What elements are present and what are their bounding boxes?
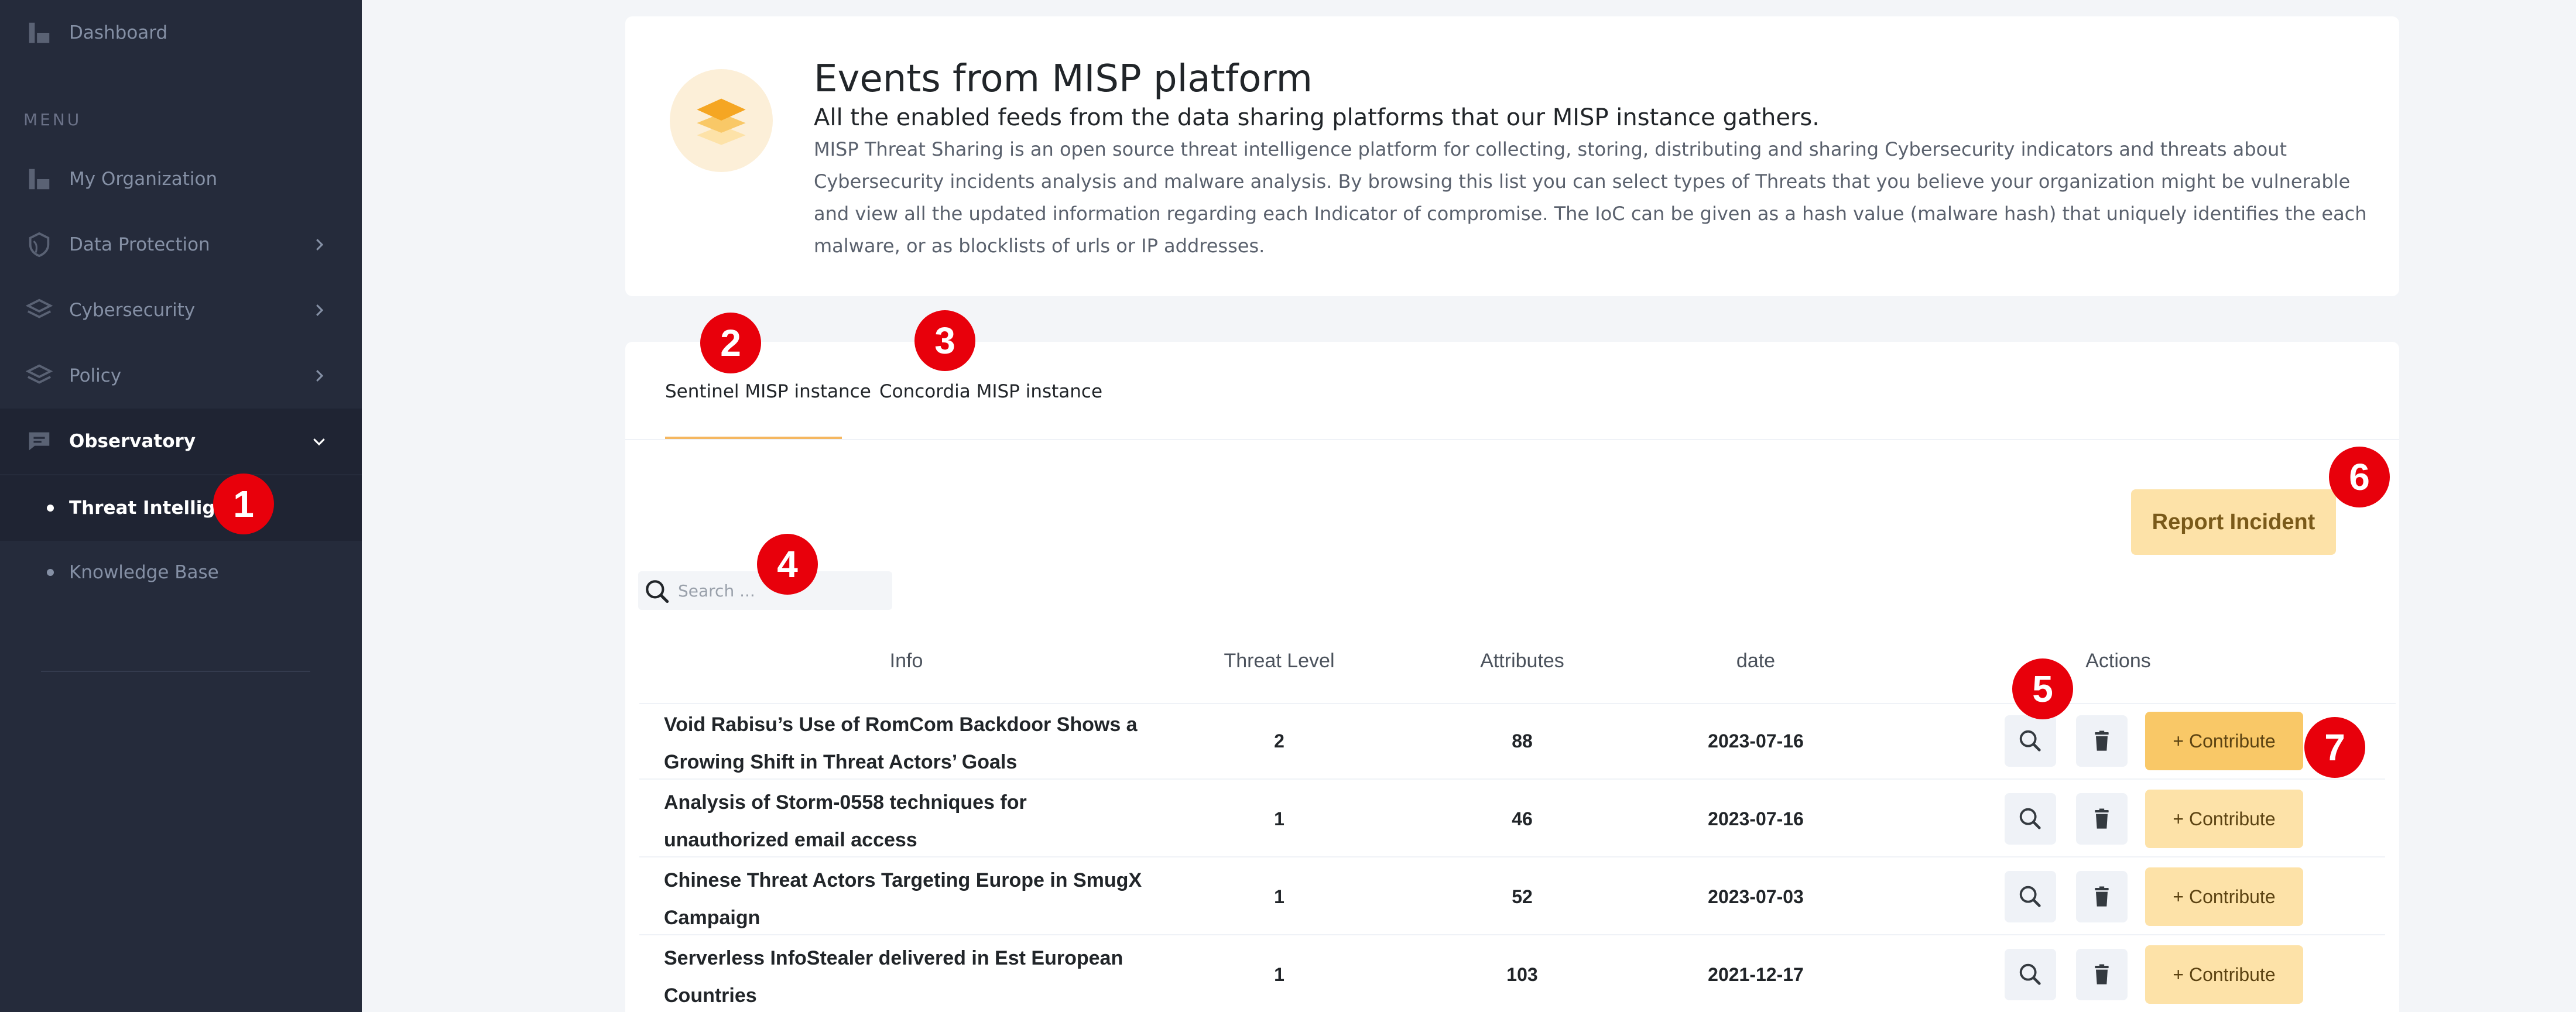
callout-badge-2: 2 <box>700 313 761 373</box>
cell-threat-level: 1 <box>1274 963 1284 985</box>
search-icon <box>646 580 669 603</box>
trash-icon <box>2095 808 2109 829</box>
cell-date: 2023-07-16 <box>1708 730 1804 752</box>
sidebar-item-label: My Organization <box>69 169 218 190</box>
contribute-button[interactable]: + Contribute <box>2145 945 2303 1004</box>
layers-icon <box>26 299 53 318</box>
callout-badge-3: 3 <box>914 310 975 371</box>
view-button[interactable] <box>2005 793 2056 845</box>
menu-title: MENU <box>23 110 82 129</box>
active-tab-indicator <box>665 437 842 439</box>
column-header-threat-level: Threat Level <box>1224 650 1335 672</box>
delete-button[interactable] <box>2076 793 2128 845</box>
cell-attributes: 46 <box>1512 808 1533 829</box>
bullet-icon <box>47 505 54 512</box>
callout-badge-7: 7 <box>2304 717 2365 778</box>
tabs-divider <box>625 439 2399 440</box>
cell-threat-level: 1 <box>1274 808 1284 829</box>
contribute-button[interactable]: + Contribute <box>2145 712 2303 770</box>
chevron-right-icon <box>316 239 324 251</box>
view-button[interactable] <box>2005 949 2056 1000</box>
organization-icon <box>29 169 50 190</box>
cell-threat-level: 2 <box>1274 730 1284 752</box>
callout-badge-6: 6 <box>2329 447 2390 507</box>
sidebar-item-data-protection[interactable]: Data Protection <box>0 212 362 277</box>
table-row: Analysis of Storm-0558 techniques for un… <box>639 780 2385 857</box>
chevron-right-icon <box>316 370 324 382</box>
search-icon <box>2019 730 2041 752</box>
cell-date: 2021-12-17 <box>1708 963 1804 985</box>
sidebar-item-my-organization[interactable]: My Organization <box>0 146 362 212</box>
page-subtitle: All the enabled feeds from the data shar… <box>814 104 1820 131</box>
tab-sentinel-misp-instance[interactable]: Sentinel MISP instance <box>665 342 871 441</box>
column-header-info: Info <box>889 650 923 672</box>
header-card: Events from MISP platform All the enable… <box>625 16 2399 296</box>
callout-badge-5: 5 <box>2012 658 2073 719</box>
column-header-date: date <box>1736 650 1776 672</box>
layers-icon <box>26 364 53 384</box>
misp-logo <box>670 69 773 172</box>
cell-attributes: 103 <box>1506 963 1538 985</box>
column-header-actions: Actions <box>2085 650 2151 672</box>
sidebar-item-cybersecurity[interactable]: Cybersecurity <box>0 277 362 343</box>
trash-icon <box>2095 964 2109 984</box>
trash-icon <box>2095 730 2109 751</box>
view-button[interactable] <box>2005 871 2056 922</box>
cell-info: Serverless InfoStealer delivered in Est … <box>664 947 1123 1007</box>
trash-icon <box>2095 886 2109 907</box>
delete-button[interactable] <box>2076 715 2128 767</box>
callout-badge-4: 4 <box>757 534 818 595</box>
cell-info: Analysis of Storm-0558 techniques for un… <box>664 791 1027 851</box>
sidebar-item-observatory[interactable]: Observatory <box>0 409 362 474</box>
search-icon <box>2019 963 2041 985</box>
callout-badge-1: 1 <box>213 474 274 534</box>
sidebar-item-label: Policy <box>69 365 122 386</box>
sidebar: Dashboard MENU My Organization Data Prot… <box>0 0 362 1012</box>
view-button[interactable] <box>2005 715 2056 767</box>
shield-icon <box>29 232 50 258</box>
sidebar-item-label: Cybersecurity <box>69 300 196 321</box>
cell-threat-level: 1 <box>1274 886 1284 907</box>
cell-date: 2023-07-16 <box>1708 808 1804 829</box>
sidebar-item-dashboard[interactable]: Dashboard <box>0 0 362 66</box>
cell-info: Chinese Threat Actors Targeting Europe i… <box>664 869 1142 929</box>
page-title: Events from MISP platform <box>814 57 1313 101</box>
chat-icon <box>29 432 50 451</box>
sidebar-subitem-threat-intelligence[interactable]: Threat Intelligence <box>0 475 362 541</box>
layers-icon <box>697 98 746 145</box>
chevron-right-icon <box>316 304 324 316</box>
page-description: MISP Threat Sharing is an open source th… <box>814 138 2367 257</box>
sidebar-item-policy[interactable]: Policy <box>0 343 362 409</box>
cell-attributes: 52 <box>1512 886 1533 907</box>
bullet-icon <box>47 569 54 576</box>
dashboard-icon <box>29 22 50 43</box>
contribute-button[interactable]: + Contribute <box>2145 790 2303 848</box>
search-icon <box>2019 886 2041 907</box>
delete-button[interactable] <box>2076 871 2128 922</box>
table-row: Chinese Threat Actors Targeting Europe i… <box>639 858 2385 935</box>
chevron-down-icon <box>313 438 325 446</box>
sidebar-divider <box>41 671 310 672</box>
sidebar-subitem-knowledge-base[interactable]: Knowledge Base <box>0 540 362 605</box>
sidebar-item-label: Observatory <box>69 431 196 452</box>
contribute-button[interactable]: + Contribute <box>2145 867 2303 926</box>
search-icon <box>2019 808 2041 829</box>
report-incident-button[interactable]: Report Incident <box>2131 489 2336 555</box>
cell-attributes: 88 <box>1512 730 1533 752</box>
cell-date: 2023-07-03 <box>1708 886 1804 907</box>
cell-info: Void Rabisu’s Use of RomCom Backdoor Sho… <box>664 713 1138 773</box>
delete-button[interactable] <box>2076 949 2128 1000</box>
tab-concordia-misp-instance[interactable]: Concordia MISP instance <box>879 342 1102 441</box>
sidebar-subitem-label: Knowledge Base <box>69 562 219 583</box>
table-row: Serverless InfoStealer delivered in Est … <box>639 936 2385 1012</box>
table-row: Void Rabisu’s Use of RomCom Backdoor Sho… <box>639 702 2385 780</box>
sidebar-item-label: Data Protection <box>69 234 210 255</box>
column-header-attributes: Attributes <box>1480 650 1564 672</box>
sidebar-item-label: Dashboard <box>69 22 168 43</box>
